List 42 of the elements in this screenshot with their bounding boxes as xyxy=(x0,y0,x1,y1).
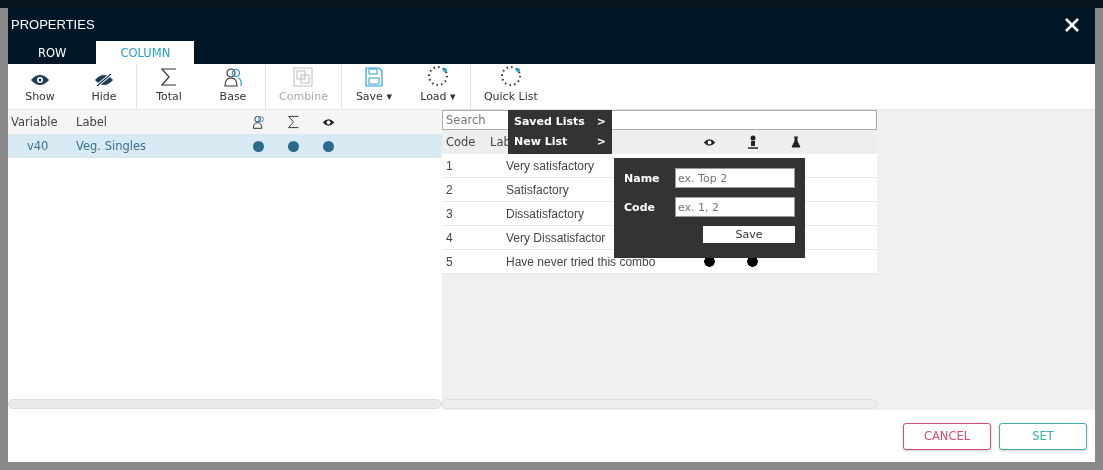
table-cell: Very satisfactory xyxy=(506,158,595,173)
loading-spinner-icon xyxy=(499,65,522,87)
table-cell-text: Veg. Singles xyxy=(75,139,147,153)
field-label: Code xyxy=(624,200,655,214)
table-cell: Have never tried this combo xyxy=(506,254,656,269)
scrollbar[interactable] xyxy=(442,399,877,409)
field-label: Name xyxy=(624,171,660,185)
table-cell-text: v40 xyxy=(26,139,50,153)
table-cell-text: 5 xyxy=(445,254,454,269)
person-icon xyxy=(747,135,758,149)
table-cell-text: 1 xyxy=(445,158,454,173)
column-header: Label xyxy=(75,115,109,129)
flask-icon xyxy=(790,136,801,148)
combine-icon xyxy=(293,67,314,87)
table-cell: Dissatisfactory xyxy=(506,206,585,221)
save-button[interactable]: Save xyxy=(703,226,795,243)
sigma-icon xyxy=(160,67,178,87)
hidden-eye-icon xyxy=(94,73,114,87)
eye-icon xyxy=(322,117,335,127)
loading-spinner-icon xyxy=(426,65,449,87)
cancel-button[interactable]: CANCEL xyxy=(903,422,991,450)
code-field[interactable]: ex. 1, 2 xyxy=(675,197,795,217)
tab[interactable]: ROW xyxy=(8,41,97,64)
window-title: PROPERTIES xyxy=(10,16,95,32)
table-cell-text: 4 xyxy=(445,230,454,245)
column-header: Code xyxy=(445,135,477,149)
eye-icon xyxy=(703,137,716,147)
menu-item[interactable]: New List > xyxy=(508,132,612,152)
eye-icon xyxy=(30,73,50,87)
table-cell: Satisfactory xyxy=(506,182,569,197)
name-field[interactable]: ex. Top 2 xyxy=(675,168,795,188)
people-icon xyxy=(223,67,243,87)
menu-item[interactable]: Saved Lists > xyxy=(508,112,612,132)
people-icon xyxy=(251,115,266,129)
variable-row[interactable]: v40 Veg. Singles xyxy=(8,134,442,158)
close-icon[interactable] xyxy=(1065,18,1079,32)
table-cell: Very Dissatisfactor xyxy=(506,230,606,245)
sigma-icon xyxy=(287,115,300,129)
table-cell-text: 3 xyxy=(445,206,454,221)
table-cell-text: 2 xyxy=(445,182,454,197)
scrollbar[interactable] xyxy=(8,399,442,409)
column-header: Variable xyxy=(10,115,59,129)
